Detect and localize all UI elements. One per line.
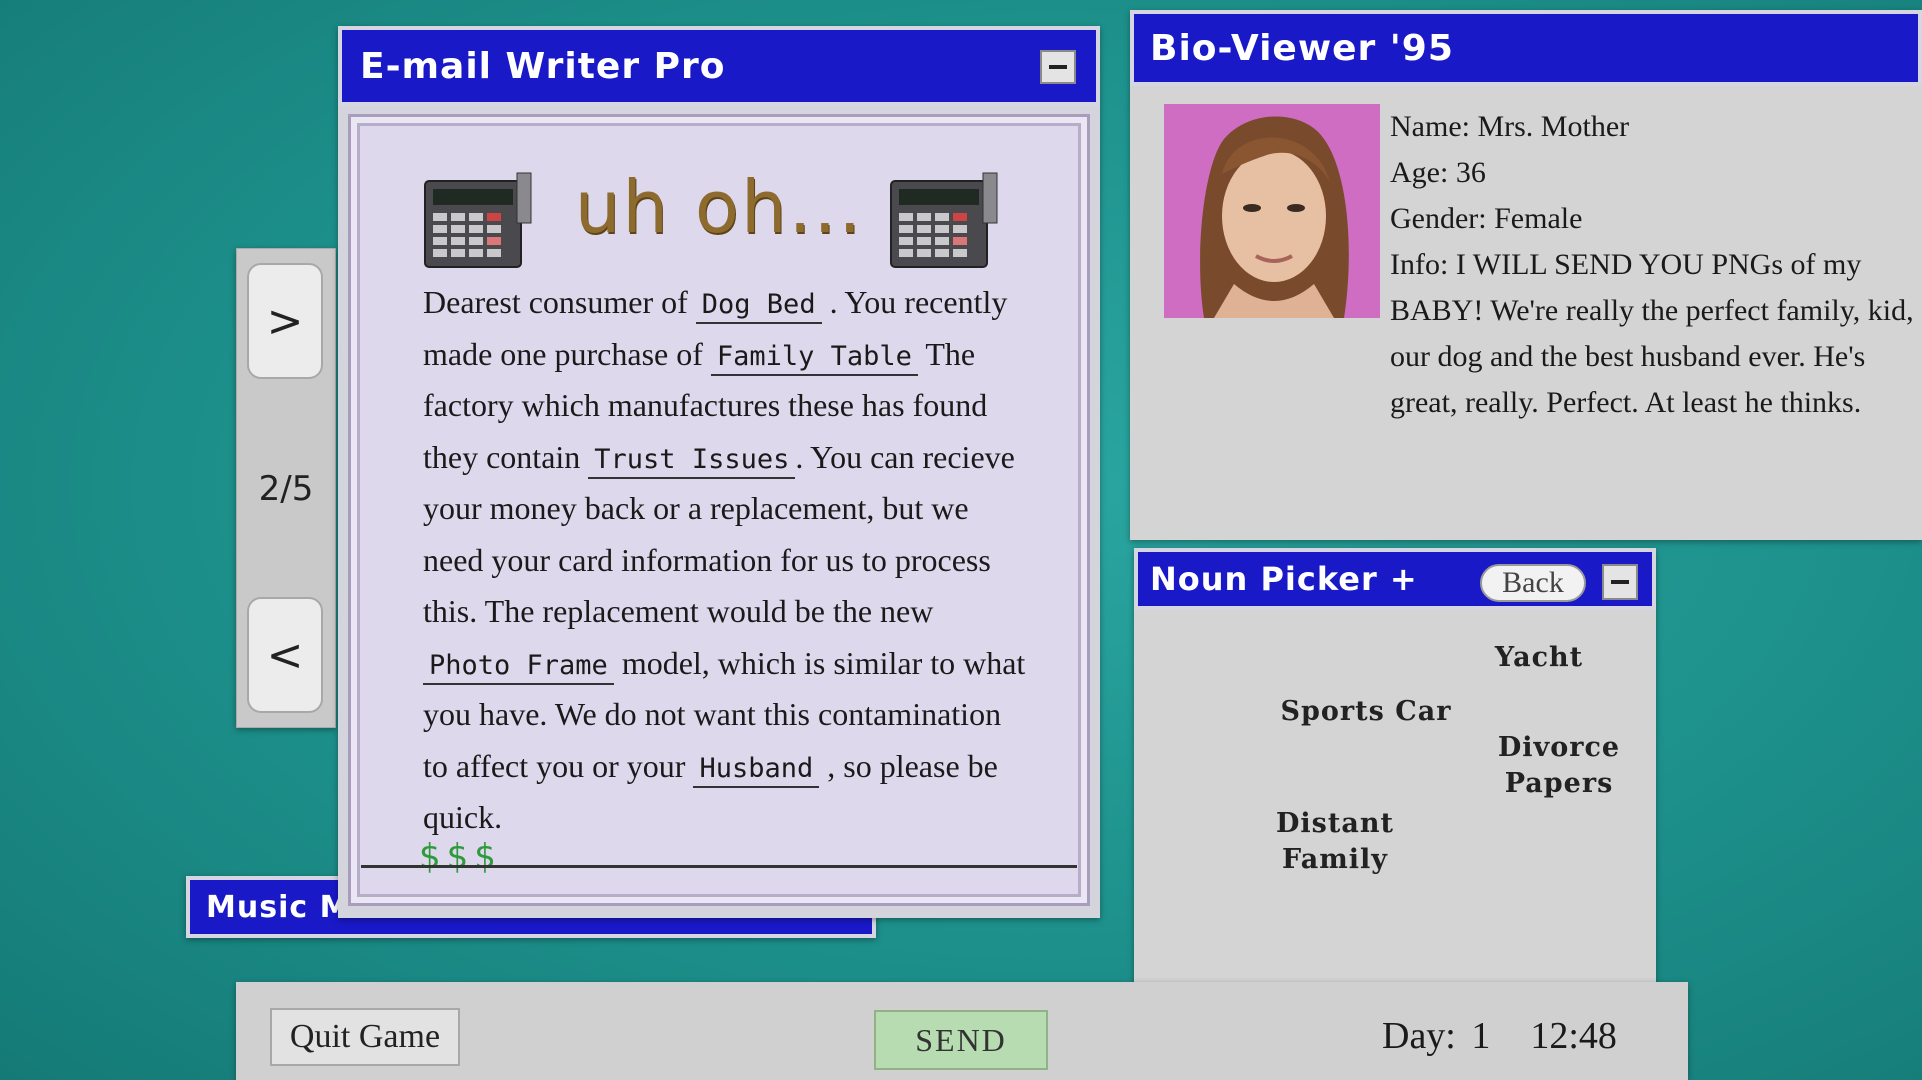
noun-option-distant-family[interactable]: Distant Family [1270,806,1400,878]
noun-blank-4[interactable]: Photo Frame [423,649,614,685]
noun-blank-5[interactable]: Husband [693,752,820,788]
letter-divider [361,865,1077,868]
email-pager: > 2/5 < [236,248,336,728]
noun-picker-minimize-button[interactable] [1602,564,1638,600]
bio-age: Age: 36 [1390,156,1486,189]
send-button[interactable]: SEND [874,1010,1048,1070]
day-clock: Day: 1 12:48 [1382,1014,1657,1058]
bio-gender: Gender: Female [1390,202,1583,235]
bio-window-titlebar[interactable]: Bio-Viewer '95 [1130,10,1922,86]
noun-blank-1[interactable]: Dog Bed [695,288,822,324]
page-counter: 2/5 [258,469,314,509]
noun-picker-titlebar[interactable]: Noun Picker + Back [1134,548,1656,610]
letter-text: Dearest consumer of [423,284,696,320]
noun-option-sports-car[interactable]: Sports Car [1276,694,1456,730]
previous-page-button[interactable]: < [247,597,323,713]
noun-blank-2[interactable]: Family Table [710,340,918,376]
email-writer-window: E-mail Writer Pro uh oh... Dearest consu… [338,26,1100,918]
noun-option-yacht[interactable]: Yacht [1464,640,1614,676]
email-window-title: E-mail Writer Pro [360,45,726,87]
noun-blank-3[interactable]: Trust Issues [588,443,796,479]
profile-photo [1164,104,1380,318]
music-window-title: Music M [206,889,351,925]
next-page-button[interactable]: > [247,263,323,379]
email-letter-body: Dearest consumer of Dog Bed . You recent… [423,277,1033,844]
bio-details: Name: Mrs. Mother Age: 36 Gender: Female… [1390,104,1920,426]
email-minimize-button[interactable] [1040,50,1076,84]
email-letter-paper: uh oh... Dearest consumer of Dog Bed . Y… [348,114,1090,906]
email-window-titlebar[interactable]: E-mail Writer Pro [338,26,1100,106]
bio-window-title: Bio-Viewer '95 [1150,27,1454,69]
money-symbols: $$$ [419,837,502,877]
back-button[interactable]: Back [1480,564,1586,602]
bio-name: Name: Mrs. Mother [1390,110,1630,143]
day-counter: Day: 1 [1382,1015,1491,1057]
bottom-bar: Quit Game SEND Day: 1 12:48 [236,982,1688,1080]
noun-picker-title: Noun Picker + [1150,560,1418,598]
noun-picker-window: Noun Picker + Back Yacht Sports Car Divo… [1134,548,1656,1000]
quit-game-button[interactable]: Quit Game [270,1008,460,1066]
game-time: 12:48 [1530,1015,1617,1057]
bio-info: Info: I WILL SEND YOU PNGs of my BABY! W… [1390,248,1914,419]
calculator-icon [890,172,998,268]
noun-option-divorce-papers[interactable]: Divorce Papers [1494,730,1624,802]
bio-viewer-window: Bio-Viewer '95 Name: Mrs. Mother Age: 36… [1130,10,1922,540]
